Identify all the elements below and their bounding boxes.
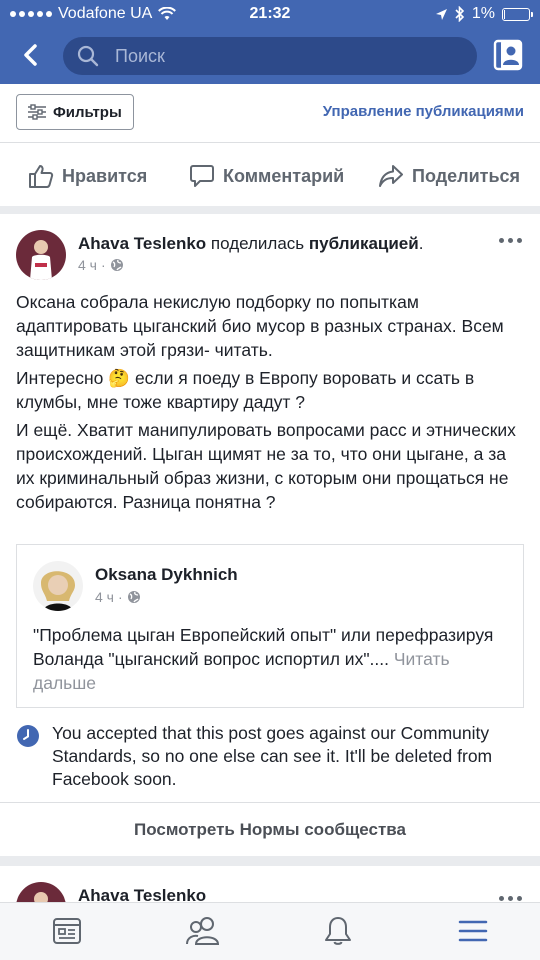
sliders-icon [28, 104, 46, 120]
clock-icon [17, 725, 39, 747]
shared-post-text: "Проблема цыган Европейский опыт" или пе… [33, 623, 513, 695]
status-right-group: 1% [435, 5, 533, 23]
shared-author-name[interactable]: Oksana Dykhnich [95, 565, 238, 585]
author-avatar[interactable] [16, 230, 66, 280]
avatar-photo-icon [16, 230, 66, 280]
status-bar: Vodafone UA 21:32 1% [0, 0, 540, 28]
post-time[interactable]: 4 ч [78, 257, 97, 273]
post-header-line: Ahava Teslenko поделилась публикацией. [78, 234, 423, 254]
comment-label: Комментарий [223, 165, 345, 186]
notice-text: You accepted that this post goes against… [52, 723, 493, 789]
share-button[interactable]: Поделиться [378, 163, 520, 189]
filters-row: Фильтры Управление публикациями [0, 84, 540, 142]
post-paragraph-3: И ещё. Хватит манипулировать вопросами р… [16, 420, 516, 512]
thinking-emoji-icon: 🤔 [108, 368, 131, 388]
search-icon [77, 45, 99, 67]
manage-posts-link[interactable]: Управление публикациями [323, 103, 524, 120]
next-post-more-options-icon[interactable] [499, 896, 522, 901]
post-paragraph-1: Оксана собрала некислую подборку по попы… [16, 292, 504, 360]
like-label: Нравится [62, 165, 148, 186]
post-author-name[interactable]: Ahava Teslenko [78, 234, 206, 253]
shared-author-avatar[interactable] [33, 561, 83, 611]
meta-dot: · [100, 257, 106, 273]
post-body: Оксана собрала некислую подборку по попы… [16, 290, 526, 518]
share-arrow-icon [379, 165, 403, 187]
bottom-tab-bar [0, 902, 540, 960]
shared-post-meta: 4 ч · [95, 589, 141, 605]
globe-icon [110, 259, 123, 271]
bluetooth-icon [455, 6, 465, 22]
post-more-options-icon[interactable] [499, 238, 522, 243]
menu-icon [458, 920, 488, 942]
thumbs-up-icon [29, 165, 54, 188]
post-action-end: . [418, 234, 424, 253]
post-action-object[interactable]: публикацией [309, 234, 419, 253]
meta-dot: · [117, 589, 123, 605]
shared-post-card[interactable]: Oksana Dykhnich 4 ч · "Проблема цыган Ев… [16, 544, 524, 708]
post-meta: 4 ч · [78, 257, 124, 273]
battery-icon [502, 7, 533, 21]
tab-friends[interactable] [183, 915, 223, 951]
tab-menu[interactable] [453, 915, 493, 951]
shared-post-time[interactable]: 4 ч [95, 589, 114, 605]
like-button[interactable]: Нравится [28, 163, 147, 189]
post-action-text: поделилась [206, 234, 309, 253]
next-post-card: Ahava Teslenko [0, 866, 540, 906]
top-navigation-bar: Vodafone UA 21:32 1% [0, 0, 540, 84]
share-label: Поделиться [412, 165, 521, 186]
shared-avatar-photo-icon [33, 561, 83, 611]
post-card: Ahava Teslenko поделилась публикацией. 4… [0, 214, 540, 856]
comment-bubble-icon [190, 165, 214, 187]
post-action-bar: Нравится Комментарий Поделиться [0, 142, 540, 206]
post-paragraph-2: Интересно 🤔 если я поеду в Европу ворова… [16, 366, 526, 414]
tab-notifications[interactable] [318, 915, 358, 951]
battery-percent: 1% [471, 5, 495, 22]
filters-label: Фильтры [53, 103, 122, 121]
back-arrow-icon[interactable] [14, 38, 48, 72]
location-arrow-icon [435, 8, 447, 20]
news-feed-icon [53, 918, 81, 944]
search-input[interactable] [115, 37, 455, 75]
post-paragraph-2-start: Интересно [16, 368, 109, 388]
view-community-standards-button[interactable]: Посмотреть Нормы сообщества [0, 802, 540, 856]
comment-button[interactable]: Комментарий [189, 163, 344, 189]
friends-icon [186, 917, 220, 945]
search-bar[interactable] [63, 37, 477, 75]
filters-button[interactable]: Фильтры [16, 94, 134, 130]
tab-news-feed[interactable] [47, 915, 87, 951]
notifications-icon [325, 917, 351, 945]
globe-icon [127, 591, 140, 603]
profile-card-icon[interactable] [491, 38, 525, 72]
